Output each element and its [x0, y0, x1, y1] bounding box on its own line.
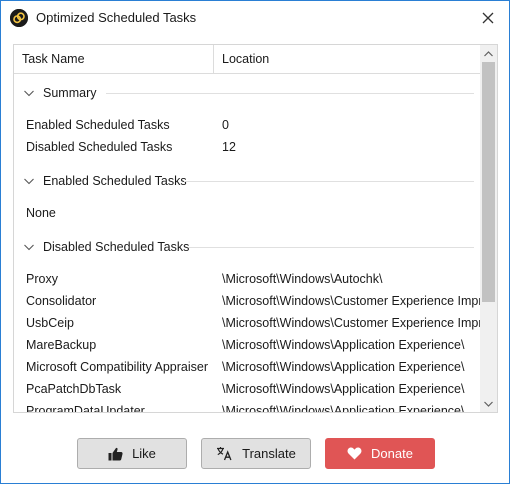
scroll-down-icon[interactable]	[480, 395, 497, 412]
task-name: Enabled Scheduled Tasks	[26, 118, 170, 132]
group-title: Enabled Scheduled Tasks	[43, 174, 187, 188]
task-location: \Microsoft\Windows\Application Experienc…	[222, 338, 465, 352]
task-name: Proxy	[26, 272, 58, 286]
like-label: Like	[132, 446, 156, 461]
column-header-location[interactable]: Location	[214, 45, 480, 73]
task-location: \Microsoft\Windows\Customer Experience I…	[222, 316, 480, 330]
task-location: 12	[222, 140, 236, 154]
tasks-list-panel: Task Name Location Summary Enabled Sched…	[13, 44, 498, 413]
translate-icon	[216, 446, 233, 461]
task-location: 0	[222, 118, 229, 132]
donate-button[interactable]: Donate	[325, 438, 435, 469]
vertical-scrollbar[interactable]	[480, 45, 497, 412]
list-item[interactable]: Enabled Scheduled Tasks 0	[14, 114, 480, 136]
scrollbar-thumb[interactable]	[482, 62, 495, 302]
title-bar: Optimized Scheduled Tasks	[1, 1, 509, 34]
group-header-summary[interactable]: Summary	[14, 82, 480, 104]
task-name: Disabled Scheduled Tasks	[26, 140, 173, 154]
group-header-enabled[interactable]: Enabled Scheduled Tasks	[14, 170, 480, 192]
chevron-down-icon	[23, 241, 35, 256]
task-name: Consolidator	[26, 294, 97, 308]
list-item[interactable]: ProgramDataUpdater \Microsoft\Windows\Ap…	[14, 400, 480, 412]
group-divider	[189, 247, 474, 248]
group-title: Summary	[43, 86, 97, 100]
app-logo-icon	[10, 9, 28, 27]
chevron-down-icon	[23, 175, 35, 190]
task-location: \Microsoft\Windows\Customer Experience I…	[222, 294, 480, 308]
task-name: UsbCeip	[26, 316, 74, 330]
list-item[interactable]: UsbCeip \Microsoft\Windows\Customer Expe…	[14, 312, 480, 334]
list-item[interactable]: Microsoft Compatibility Appraiser \Micro…	[14, 356, 480, 378]
list-header: Task Name Location	[14, 45, 480, 74]
task-location: \Microsoft\Windows\Application Experienc…	[222, 404, 465, 412]
list-content: Summary Enabled Scheduled Tasks 0 Disabl…	[14, 74, 480, 412]
group-divider	[184, 181, 474, 182]
thumbs-up-icon	[108, 447, 123, 461]
group-title: Disabled Scheduled Tasks	[43, 240, 190, 254]
translate-label: Translate	[242, 446, 296, 461]
task-name: ProgramDataUpdater	[26, 404, 145, 412]
list-item[interactable]: Consolidator \Microsoft\Windows\Customer…	[14, 290, 480, 312]
list-item[interactable]: MareBackup \Microsoft\Windows\Applicatio…	[14, 334, 480, 356]
chevron-down-icon	[23, 87, 35, 102]
group-divider	[106, 93, 474, 94]
close-icon[interactable]	[477, 7, 499, 29]
like-button[interactable]: Like	[77, 438, 187, 469]
scroll-up-icon[interactable]	[480, 45, 497, 62]
translate-button[interactable]: Translate	[201, 438, 311, 469]
task-location: \Microsoft\Windows\Autochk\	[222, 272, 383, 286]
window-title: Optimized Scheduled Tasks	[36, 10, 197, 25]
task-name: Microsoft Compatibility Appraiser	[26, 360, 209, 374]
list-item[interactable]: PcaPatchDbTask \Microsoft\Windows\Applic…	[14, 378, 480, 400]
task-name: MareBackup	[26, 338, 97, 352]
dialog-window: Optimized Scheduled Tasks Task Name Loca…	[0, 0, 510, 484]
donate-label: Donate	[371, 446, 413, 461]
list-item[interactable]: Proxy \Microsoft\Windows\Autochk\	[14, 268, 480, 290]
group-header-disabled[interactable]: Disabled Scheduled Tasks	[14, 236, 480, 258]
list-item[interactable]: Disabled Scheduled Tasks 12	[14, 136, 480, 158]
column-header-task-name[interactable]: Task Name	[14, 45, 213, 73]
heart-icon	[347, 447, 362, 460]
task-location: \Microsoft\Windows\Application Experienc…	[222, 382, 465, 396]
task-location: \Microsoft\Windows\Application Experienc…	[222, 360, 465, 374]
task-name: PcaPatchDbTask	[26, 382, 122, 396]
task-name: None	[26, 206, 56, 220]
list-item[interactable]: None	[14, 202, 480, 224]
